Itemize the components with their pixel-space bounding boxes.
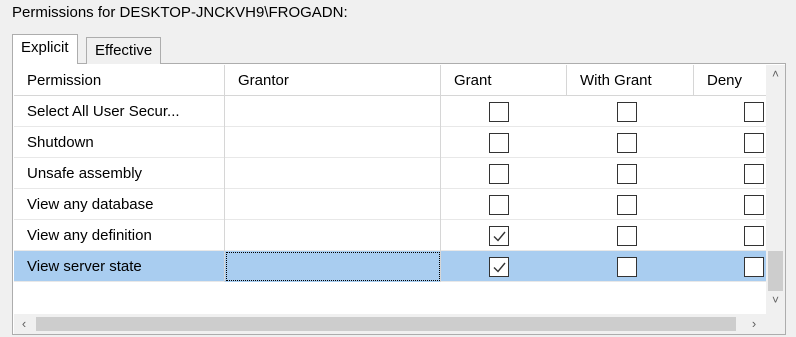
grid-header: Permission Grantor Grant With Grant Deny xyxy=(14,65,766,96)
chevron-right-icon[interactable]: › xyxy=(744,314,764,334)
permissions-grid: Permission Grantor Grant With Grant Deny… xyxy=(14,65,766,314)
vertical-scroll-thumb[interactable] xyxy=(768,251,783,291)
permission-cell: View server state xyxy=(14,251,225,282)
permission-cell: Shutdown xyxy=(14,127,225,158)
with-grant-checkbox[interactable] xyxy=(617,226,637,246)
scrollbar-corner xyxy=(766,314,785,334)
grantor-cell[interactable] xyxy=(225,158,441,189)
table-row[interactable]: Unsafe assembly xyxy=(14,158,766,189)
permission-cell: View any database xyxy=(14,189,225,220)
with-grant-checkbox[interactable] xyxy=(617,133,637,153)
horizontal-scroll-thumb[interactable] xyxy=(36,317,736,331)
grantor-cell[interactable] xyxy=(225,220,441,251)
grantor-cell[interactable] xyxy=(225,127,441,158)
table-row[interactable]: View server state xyxy=(14,251,766,282)
chevron-up-icon[interactable]: ˄ xyxy=(766,65,785,83)
grant-checkbox[interactable] xyxy=(489,102,509,122)
deny-checkbox[interactable] xyxy=(744,257,764,277)
tab-effective[interactable]: Effective xyxy=(86,37,162,64)
table-row[interactable]: View any database xyxy=(14,189,766,220)
with-grant-checkbox[interactable] xyxy=(617,164,637,184)
chevron-left-icon[interactable]: ‹ xyxy=(14,314,34,334)
with-grant-checkbox[interactable] xyxy=(617,257,637,277)
grant-checkbox[interactable] xyxy=(489,133,509,153)
grant-checkbox[interactable] xyxy=(489,164,509,184)
permission-cell: View any definition xyxy=(14,220,225,251)
with-grant-checkbox[interactable] xyxy=(617,195,637,215)
with-grant-checkbox[interactable] xyxy=(617,102,637,122)
permissions-header: Permissions for DESKTOP-JNCKVH9\FROGADN: xyxy=(12,4,348,21)
tab-explicit[interactable]: Explicit xyxy=(12,34,78,64)
deny-checkbox[interactable] xyxy=(744,133,764,153)
grantor-cell[interactable] xyxy=(225,251,441,282)
vertical-scrollbar[interactable]: ˄ ˅ xyxy=(766,65,785,314)
column-header-grantor[interactable]: Grantor xyxy=(225,65,441,96)
deny-checkbox[interactable] xyxy=(744,102,764,122)
grantor-cell[interactable] xyxy=(225,96,441,127)
table-row[interactable]: View any definition xyxy=(14,220,766,251)
table-row[interactable]: Shutdown xyxy=(14,127,766,158)
column-header-permission[interactable]: Permission xyxy=(14,65,225,96)
grant-checkbox[interactable] xyxy=(489,195,509,215)
deny-checkbox[interactable] xyxy=(744,195,764,215)
permissions-panel: Permission Grantor Grant With Grant Deny… xyxy=(12,63,786,335)
grant-checkbox[interactable] xyxy=(489,257,509,277)
deny-checkbox[interactable] xyxy=(744,226,764,246)
column-header-with-grant[interactable]: With Grant xyxy=(567,65,694,96)
table-row[interactable]: Select All User Secur... xyxy=(14,96,766,127)
deny-checkbox[interactable] xyxy=(744,164,764,184)
permission-cell: Unsafe assembly xyxy=(14,158,225,189)
column-header-deny[interactable]: Deny xyxy=(694,65,766,96)
horizontal-scrollbar[interactable]: ‹ › xyxy=(14,314,766,334)
chevron-down-icon[interactable]: ˅ xyxy=(766,291,785,309)
column-header-grant[interactable]: Grant xyxy=(441,65,567,96)
grant-checkbox[interactable] xyxy=(489,226,509,246)
permission-cell: Select All User Secur... xyxy=(14,96,225,127)
grantor-cell[interactable] xyxy=(225,189,441,220)
